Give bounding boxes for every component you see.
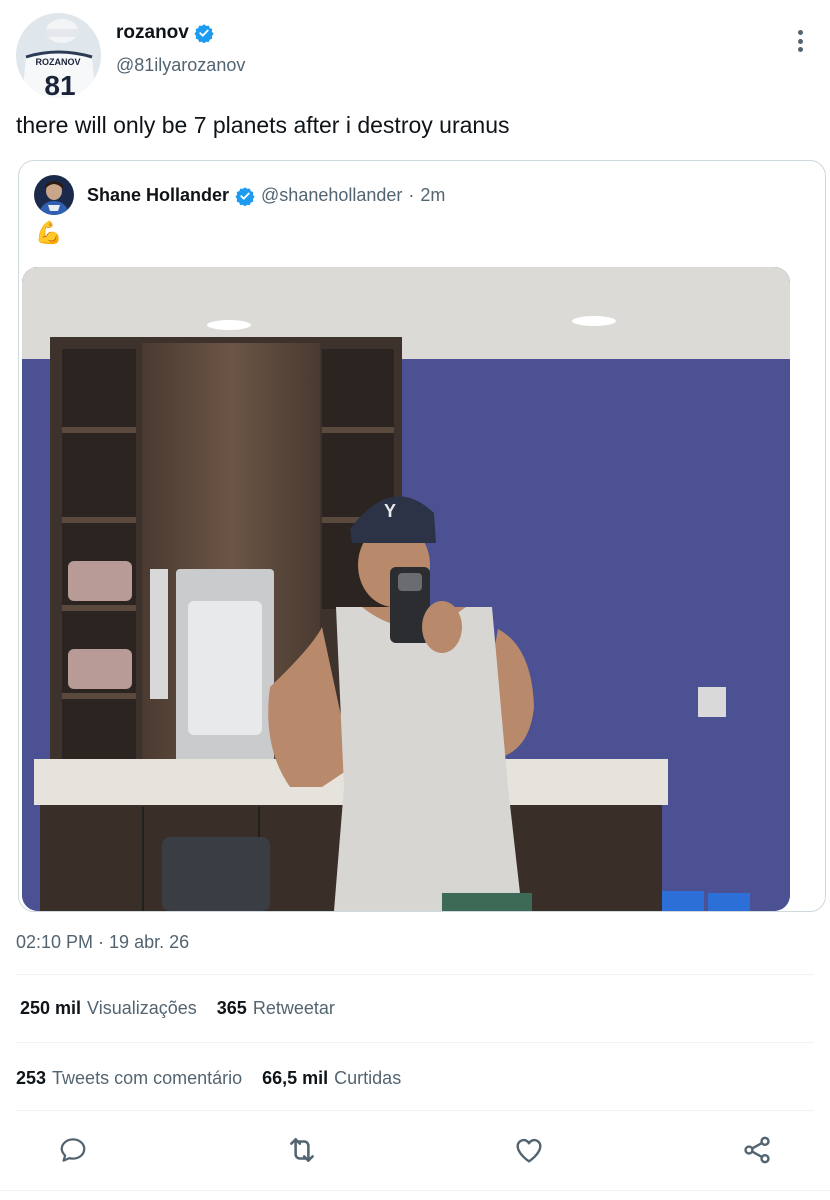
action-bar bbox=[0, 1120, 830, 1180]
verified-badge-icon bbox=[194, 24, 214, 43]
stats-row-views: 250 mil Visualizações 365 Retweetar bbox=[20, 998, 335, 1019]
retweet-icon[interactable] bbox=[282, 1130, 322, 1170]
jersey-number-text: 81 bbox=[44, 70, 75, 98]
quoted-author-avatar[interactable] bbox=[34, 175, 74, 215]
quoted-tweet-photo[interactable]: Y bbox=[22, 267, 790, 911]
divider bbox=[16, 1042, 814, 1043]
views-stat[interactable]: 250 mil Visualizações bbox=[20, 998, 197, 1019]
more-options-icon[interactable] bbox=[792, 28, 808, 54]
retweets-count: 365 bbox=[216, 998, 247, 1018]
svg-text:Y: Y bbox=[384, 501, 396, 521]
tweet-timestamp[interactable]: 02:10 PM · 19 abr. 26 bbox=[16, 932, 189, 953]
quoted-author-name[interactable]: Shane Hollander bbox=[87, 185, 229, 206]
quoted-tweet-header: Shane Hollander @shanehollander · 2m bbox=[87, 185, 445, 206]
likes-count: 66,5 mil bbox=[262, 1068, 329, 1088]
divider bbox=[16, 1110, 814, 1111]
stats-row-engagement: 253 Tweets com comentário 66,5 mil Curtida… bbox=[16, 1068, 401, 1089]
share-icon[interactable] bbox=[737, 1130, 777, 1170]
separator-dot: · bbox=[408, 185, 415, 205]
views-label: Visualizações bbox=[87, 998, 197, 1018]
likes-stat[interactable]: 66,5 mil Curtidas bbox=[262, 1068, 401, 1089]
quoted-tweet-text: 💪 bbox=[35, 220, 63, 245]
retweets-label: Retweetar bbox=[252, 998, 335, 1018]
quoted-tweet-time[interactable]: 2m bbox=[420, 185, 445, 206]
jersey-name-text: ROZANOV bbox=[36, 57, 81, 67]
tweet-text: there will only be 7 planets after i des… bbox=[16, 112, 510, 138]
verified-badge-icon bbox=[235, 186, 255, 206]
quote-tweets-count: 253 bbox=[16, 1068, 47, 1088]
author-handle[interactable]: @81ilyarozanov bbox=[116, 55, 245, 76]
tweet-detail: ROZANOV 81 rozanov @81ilyarozanov there … bbox=[0, 0, 830, 1200]
author-avatar[interactable]: ROZANOV 81 bbox=[16, 13, 101, 98]
likes-label: Curtidas bbox=[334, 1068, 402, 1088]
views-count: 250 mil bbox=[20, 998, 82, 1018]
author-name-text[interactable]: rozanov bbox=[116, 22, 189, 44]
author-name[interactable]: rozanov bbox=[116, 22, 214, 44]
quoted-tweet-card[interactable]: Shane Hollander @shanehollander · 2m 💪 Y bbox=[18, 160, 826, 912]
divider bbox=[16, 974, 814, 975]
quote-tweets-label: Tweets com comentário bbox=[52, 1068, 243, 1088]
reply-icon[interactable] bbox=[53, 1130, 93, 1170]
retweets-stat[interactable]: 365 Retweetar bbox=[217, 998, 335, 1019]
bottom-divider bbox=[0, 1190, 830, 1191]
quote-tweets-stat[interactable]: 253 Tweets com comentário bbox=[16, 1068, 242, 1089]
quoted-author-handle[interactable]: @shanehollander bbox=[261, 185, 402, 206]
like-icon[interactable] bbox=[509, 1130, 549, 1170]
